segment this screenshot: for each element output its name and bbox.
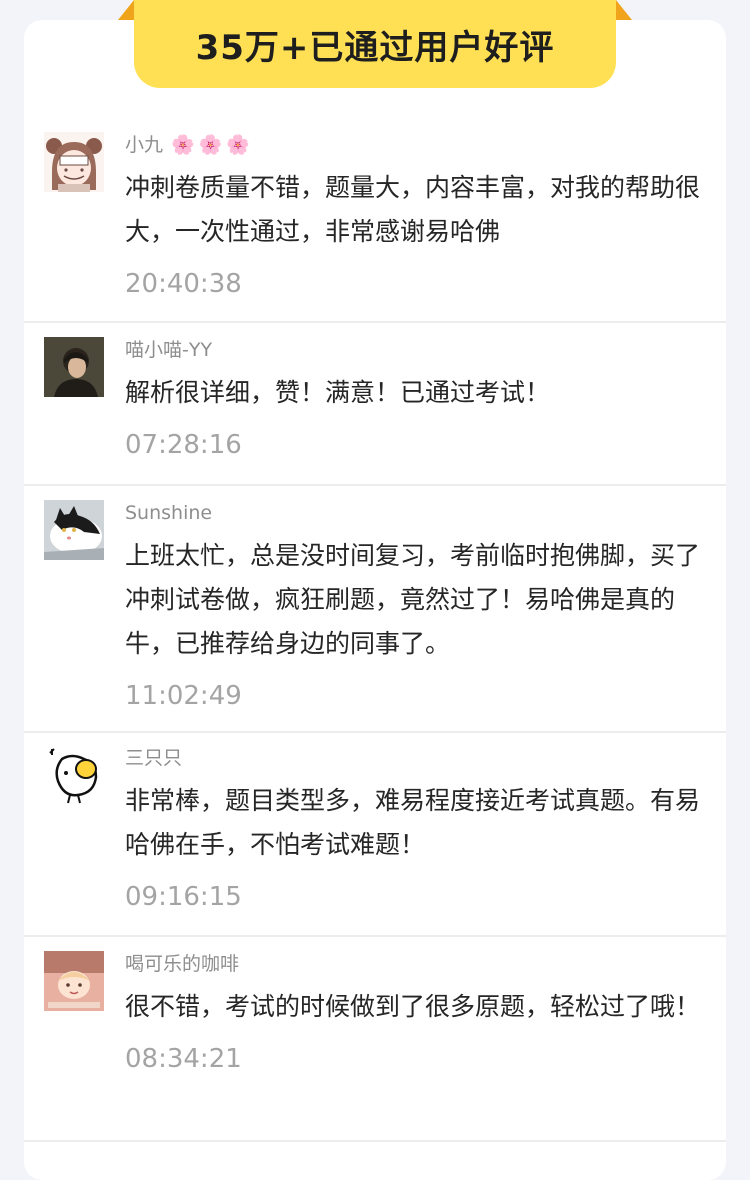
review-item: 喝可乐的咖啡 很不错，考试的时候做到了很多原题，轻松过了哦！ 08:34:21 xyxy=(24,937,726,1142)
review-comment: 很不错，考试的时候做到了很多原题，轻松过了哦！ xyxy=(125,992,701,1021)
username[interactable]: 小九 🌸🌸🌸 xyxy=(125,132,706,158)
username[interactable]: 三只只 xyxy=(125,745,706,771)
flower-emoji-decoration: 🌸🌸🌸 xyxy=(171,134,254,156)
cartoon-chick-avatar-icon[interactable] xyxy=(44,745,104,805)
review-timestamp: 08:34:21 xyxy=(125,1044,242,1074)
cat-avatar-icon[interactable] xyxy=(44,500,104,560)
anime-girl-avatar-icon[interactable] xyxy=(44,132,104,192)
dark-portrait-avatar-icon[interactable] xyxy=(44,337,104,397)
header-ribbon: 35万+已通过用户好评 xyxy=(134,0,616,88)
cartoon-baby-avatar-icon[interactable] xyxy=(44,951,104,1011)
review-comment: 冲刺卷质量不错，题量大，内容丰富，对我的帮助很大，一次性通过，非常感谢易哈佛 xyxy=(125,173,701,246)
review-comment: 上班太忙，总是没时间复习，考前临时抱佛脚，买了冲刺试卷做，疯狂刷题，竟然过了！易… xyxy=(125,541,701,658)
ribbon-left-fold xyxy=(118,0,134,20)
ribbon-right-fold xyxy=(616,0,632,20)
review-item: 三只只 非常棒，题目类型多，难易程度接近考试真题。有易哈佛在手，不怕考试难题！ … xyxy=(24,733,726,937)
review-item: 喵小喵-YY 解析很详细，赞！满意！已通过考试！ 07:28:16 xyxy=(24,323,726,486)
review-timestamp: 11:02:49 xyxy=(125,681,242,711)
review-timestamp: 09:16:15 xyxy=(125,882,242,912)
username[interactable]: Sunshine xyxy=(125,500,706,526)
review-timestamp: 07:28:16 xyxy=(125,430,242,460)
review-comment: 解析很详细，赞！满意！已通过考试！ xyxy=(125,378,551,407)
page-title: 35万+已通过用户好评 xyxy=(195,27,555,68)
review-item: Sunshine 上班太忙，总是没时间复习，考前临时抱佛脚，买了冲刺试卷做，疯狂… xyxy=(24,486,726,733)
review-item: 小九 🌸🌸🌸 冲刺卷质量不错，题量大，内容丰富，对我的帮助很大，一次性通过，非常感… xyxy=(24,116,726,323)
review-comment: 非常棒，题目类型多，难易程度接近考试真题。有易哈佛在手，不怕考试难题！ xyxy=(125,786,701,859)
review-timestamp: 20:40:38 xyxy=(125,269,242,299)
username[interactable]: 喵小喵-YY xyxy=(125,337,706,363)
username[interactable]: 喝可乐的咖啡 xyxy=(125,951,706,977)
